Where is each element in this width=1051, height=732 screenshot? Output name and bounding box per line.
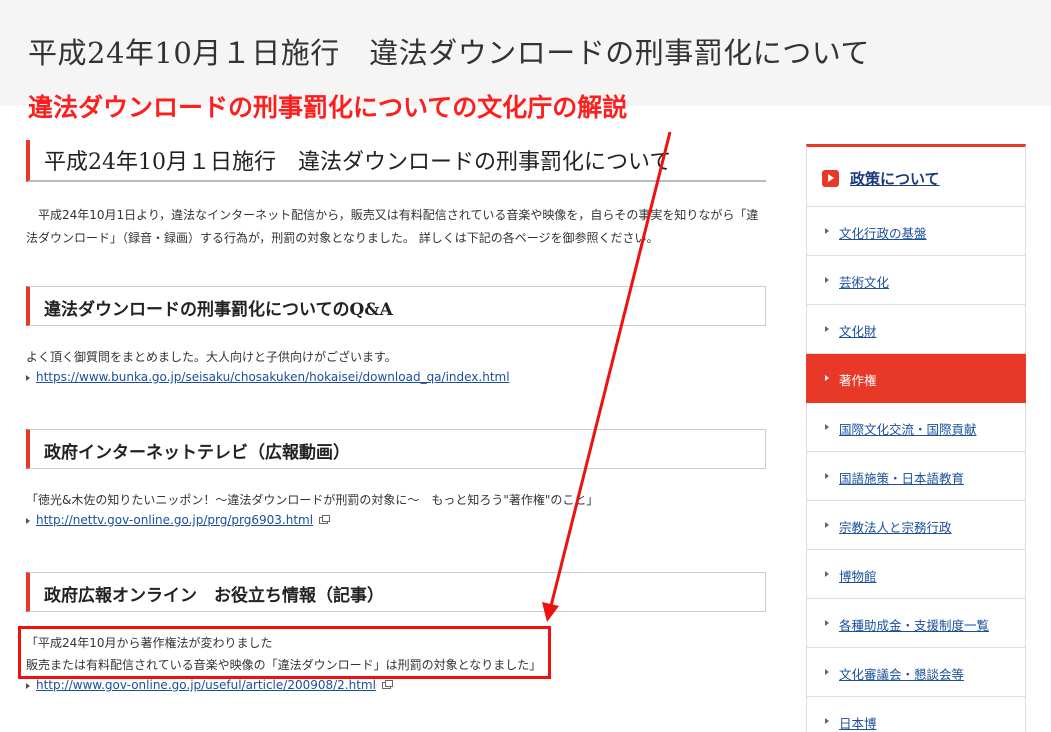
video-link[interactable]: http://nettv.gov-online.go.jp/prg/prg690…: [36, 513, 313, 527]
chevron-right-icon: [825, 375, 829, 381]
qa-link[interactable]: https://www.bunka.go.jp/seisaku/chosakuk…: [36, 370, 510, 384]
sidebar-item-label: 芸術文化: [839, 275, 890, 290]
external-link-icon: [319, 515, 331, 524]
chevron-right-icon: [825, 669, 829, 675]
bullet-icon: [26, 374, 30, 381]
sidebar-title-link[interactable]: 政策について: [850, 168, 940, 189]
article-title: 平成24年10月１日施行 違法ダウンロードの刑事罰化について: [26, 140, 766, 182]
sidebar-list: 文化行政の基盤 芸術文化文化財著作権国際文化交流・国際貢献 国語施策・日本語教育 宗教…: [806, 207, 1026, 732]
chevron-right-icon: [825, 522, 829, 528]
annotation-highlight-box: [18, 626, 551, 679]
sidebar-item[interactable]: 著作権: [806, 354, 1026, 403]
section-heading-article: 政府広報オンライン お役立ち情報（記事）: [26, 572, 766, 612]
sidebar-item-label: 各種助成金・支援制度一覧: [839, 618, 990, 633]
sidebar-item[interactable]: 日本博: [806, 697, 1026, 732]
page-title: 平成24年10月１日施行 違法ダウンロードの刑事罰化について: [28, 36, 870, 70]
chevron-right-icon: [825, 228, 829, 234]
intro-line: 平成24年10月1日より，違法なインターネット配信から，販売又は有料配信されてい…: [38, 208, 759, 222]
chevron-right-icon: [825, 620, 829, 626]
sidebar-item-label: 著作権: [839, 373, 877, 388]
section-link-row: http://nettv.gov-online.go.jp/prg/prg690…: [26, 513, 331, 527]
sidebar-item[interactable]: 国語施策・日本語教育: [806, 452, 1026, 501]
section-heading-text: 違法ダウンロードの刑事罰化についてのQ&A: [44, 300, 393, 320]
sidebar-item[interactable]: 文化審議会・懇談会等: [806, 648, 1026, 697]
annotation-caption: 違法ダウンロードの刑事罰化についての文化庁の解説: [28, 93, 628, 122]
section-desc: 「徳光&木佐の知りたいニッポン！～違法ダウンロードが刑罰の対象に～ もっと知ろう…: [26, 493, 599, 507]
section-desc: よく頂く御質問をまとめました。大人向けと子供向けがございます。: [26, 350, 397, 364]
chevron-right-icon: [825, 473, 829, 479]
sidebar-item-label: 宗教法人と宗務行政: [839, 520, 952, 535]
article-title-text: 平成24年10月１日施行 違法ダウンロードの刑事罰化について: [44, 150, 672, 175]
external-link-icon: [381, 680, 393, 689]
sidebar-item[interactable]: 宗教法人と宗務行政: [806, 501, 1026, 550]
chevron-right-icon: [825, 424, 829, 430]
section-link-row: http://www.gov-online.go.jp/useful/artic…: [26, 678, 393, 692]
article-link[interactable]: http://www.gov-online.go.jp/useful/artic…: [36, 678, 376, 692]
sidebar-item[interactable]: 博物館: [806, 550, 1026, 599]
sidebar-item-label: 文化行政の基盤: [839, 226, 927, 241]
sidebar-item[interactable]: 芸術文化: [806, 256, 1026, 305]
sidebar-item-label: 文化審議会・懇談会等: [839, 667, 965, 682]
sidebar-item-label: 国語施策・日本語教育: [839, 471, 965, 486]
intro-paragraph: 平成24年10月1日より，違法なインターネット配信から，販売又は有料配信されてい…: [26, 204, 766, 250]
bullet-icon: [26, 682, 30, 689]
sidebar-item[interactable]: 文化財: [806, 305, 1026, 354]
section-heading-qa: 違法ダウンロードの刑事罰化についてのQ&A: [26, 286, 766, 326]
bullet-icon: [26, 517, 30, 524]
section-heading-text: 政府インターネットテレビ（広報動画）: [44, 443, 350, 463]
chevron-right-icon: [825, 718, 829, 724]
play-icon: [822, 170, 839, 187]
chevron-right-icon: [825, 571, 829, 577]
chevron-right-icon: [825, 326, 829, 332]
section-link-row: https://www.bunka.go.jp/seisaku/chosakuk…: [26, 370, 510, 384]
intro-line: 法ダウンロード」（録音・録画）する行為が，刑罰の対象となりました。 詳しくは下記…: [26, 231, 659, 245]
sidebar-item-label: 文化財: [839, 324, 877, 339]
sidebar-item-label: 国際文化交流・国際貢献: [839, 422, 977, 437]
sidebar-item[interactable]: 各種助成金・支援制度一覧: [806, 599, 1026, 648]
sidebar-item-label: 日本博: [839, 716, 877, 731]
sidebar-item-label: 博物館: [839, 569, 877, 584]
sidebar-item[interactable]: 国際文化交流・国際貢献: [806, 403, 1026, 452]
chevron-right-icon: [825, 277, 829, 283]
sidebar-header: 政策について: [806, 144, 1026, 207]
sidebar-item[interactable]: 文化行政の基盤: [806, 207, 1026, 256]
section-heading-video: 政府インターネットテレビ（広報動画）: [26, 429, 766, 469]
sidebar: 政策について 文化行政の基盤 芸術文化文化財著作権国際文化交流・国際貢献 国語施策・…: [806, 144, 1026, 732]
section-heading-text: 政府広報オンライン お役立ち情報（記事）: [44, 586, 384, 606]
